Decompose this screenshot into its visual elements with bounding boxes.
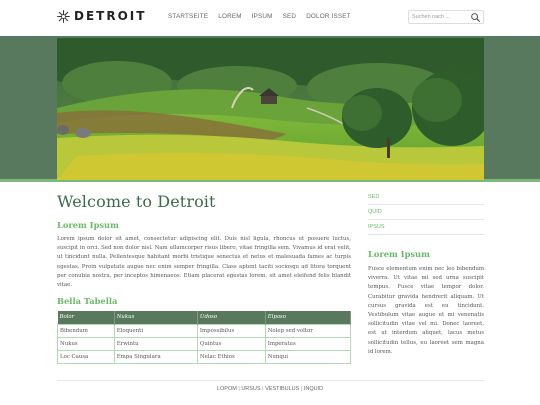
table-cell: Nelac Ethios xyxy=(196,349,266,364)
sunburst-logo-icon xyxy=(57,9,70,23)
table-cell: Nunqui xyxy=(264,349,352,364)
sidebar-paragraph: Fusce elementum enim nec leo bibendum vi… xyxy=(368,266,484,355)
table-cell: Nukus xyxy=(57,336,115,351)
search-box xyxy=(408,10,484,24)
table-header: Udoso xyxy=(197,311,266,325)
section-heading: Lorem Ipsum xyxy=(57,220,119,230)
table-row: Loc Causa Empa Singulara Nelac Ethios Nu… xyxy=(57,349,352,364)
footer-link-ursus[interactable]: URSUS xyxy=(241,386,260,392)
sidebar-heading: Lorem Ipsum xyxy=(368,249,430,259)
table-row: Bibendum Eloquenti Impossibilus Nolep se… xyxy=(57,323,352,338)
logo[interactable]: DETROIT xyxy=(57,9,146,23)
footer-nav: LOPOM | URSUS | VESTIBULUS | INQUID xyxy=(0,386,540,392)
table-header-row: Bolor Nukus Udoso Elpaso xyxy=(57,311,352,325)
logo-text: DETROIT xyxy=(74,9,147,23)
table-cell: Eloquenti xyxy=(113,323,198,338)
nav-dolor-isset[interactable]: DOLOR ISSET xyxy=(306,13,351,20)
intro-paragraph: Lorem ipsum dolor sit amet, consectetur … xyxy=(57,236,351,289)
sidebar-link-quid[interactable]: QUID xyxy=(368,205,484,220)
table-header: Nukus xyxy=(114,311,198,325)
header: DETROIT STARTSEITE LOREM IPSUM SED DOLOR… xyxy=(0,0,540,36)
main-content: Welcome to Detroit Lorem Ipsum Lorem ips… xyxy=(57,192,352,364)
footer-divider xyxy=(57,380,484,381)
nav-ipsum[interactable]: IPSUM xyxy=(252,13,273,20)
table-cell: Erwintu xyxy=(113,336,198,351)
sidebar: SED QUID IPSUS Lorem Ipsum Fusce element… xyxy=(368,190,484,357)
bella-table: Bolor Nukus Udoso Elpaso Bibendum Eloque… xyxy=(57,311,352,364)
footer-link-vestibulus[interactable]: VESTIBULUS xyxy=(265,386,299,392)
table-cell: Impossibilus xyxy=(196,323,266,338)
table-cell: Nolep sed voltor xyxy=(264,323,352,338)
main-nav: STARTSEITE LOREM IPSUM SED DOLOR ISSET xyxy=(168,13,351,20)
table-cell: Empa Singulara xyxy=(113,349,198,364)
sidebar-link-sed[interactable]: SED xyxy=(368,190,484,205)
table-cell: Quintus xyxy=(196,336,266,351)
table-header: Bolor xyxy=(57,311,115,325)
table-heading: Bella Tabella xyxy=(57,296,118,307)
footer-link-lopom[interactable]: LOPOM xyxy=(217,386,237,392)
search-icon[interactable] xyxy=(470,12,481,23)
table-cell: Imperatus xyxy=(264,336,352,351)
footer-link-inquid[interactable]: INQUID xyxy=(304,386,323,392)
banner-landscape-image xyxy=(57,38,484,180)
table-header: Elpaso xyxy=(265,311,352,325)
nav-sed[interactable]: SED xyxy=(283,13,297,20)
nav-startseite[interactable]: STARTSEITE xyxy=(168,13,208,20)
table-row: Nukus Erwintu Quintus Imperatus xyxy=(57,336,352,351)
table-cell: Loc Causa xyxy=(57,349,115,364)
table-cell: Bibendum xyxy=(57,323,115,338)
sidebar-link-ipsus[interactable]: IPSUS xyxy=(368,220,484,235)
nav-lorem[interactable]: LOREM xyxy=(218,13,241,20)
search-input[interactable] xyxy=(412,12,470,22)
page-title: Welcome to Detroit xyxy=(57,192,216,211)
